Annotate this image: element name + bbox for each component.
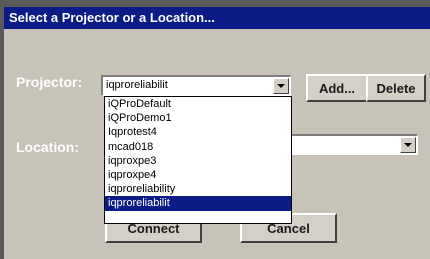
chevron-down-icon[interactable] — [273, 78, 289, 94]
projector-combobox[interactable]: iqproreliabilit — [101, 75, 291, 96]
dialog-title: Select a Projector or a Location... — [4, 7, 430, 29]
chevron-down-icon[interactable] — [400, 137, 416, 153]
projector-option[interactable]: iqproxpe3 — [105, 154, 291, 168]
projector-option[interactable]: iQProDefault — [105, 97, 291, 111]
select-projector-dialog: Select a Projector or a Location... Proj… — [4, 7, 430, 259]
projector-dropdown-list[interactable]: iQProDefault iQProDemo1 Iqprotest4 mcad018 i… — [104, 96, 292, 224]
projector-option[interactable]: mcad018 — [105, 140, 291, 154]
delete-button[interactable]: Delete — [366, 74, 426, 102]
projector-option[interactable]: iqproreliabilit — [105, 196, 291, 211]
projector-option[interactable]: iqproreliability — [105, 182, 291, 196]
projector-selected-value: iqproreliabilit — [106, 79, 168, 91]
projector-option[interactable]: iqproxpe4 — [105, 168, 291, 182]
projector-option[interactable]: Iqprotest4 — [105, 125, 291, 139]
add-button[interactable]: Add... — [306, 74, 368, 102]
location-combobox[interactable] — [287, 134, 418, 155]
location-label: Location: — [16, 139, 79, 155]
projector-label: Projector: — [16, 74, 83, 90]
projector-option[interactable]: iQProDemo1 — [105, 111, 291, 125]
